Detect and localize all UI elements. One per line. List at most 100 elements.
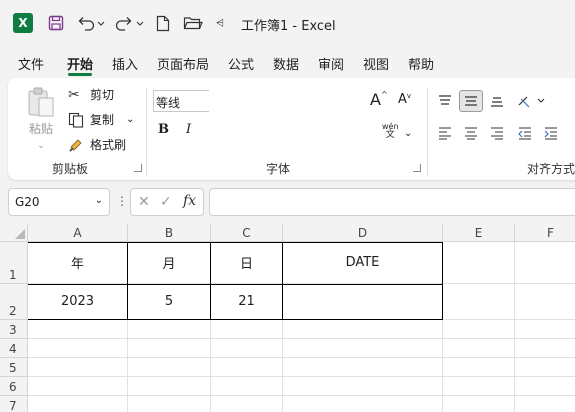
- row-header-6[interactable]: 6: [0, 377, 28, 396]
- phonetic-guide-button[interactable]: wén 文: [382, 122, 399, 140]
- cell-d2[interactable]: [283, 284, 443, 320]
- cell-b2[interactable]: 5: [128, 284, 211, 320]
- save-icon[interactable]: [47, 13, 65, 33]
- italic-button[interactable]: I: [186, 122, 191, 137]
- font-launcher-icon[interactable]: [413, 164, 421, 172]
- column-header-c[interactable]: C: [211, 224, 283, 242]
- undo-icon[interactable]: [76, 13, 106, 33]
- open-folder-icon[interactable]: [182, 13, 204, 33]
- cell-c6[interactable]: [211, 377, 283, 396]
- tab-formulas[interactable]: 公式: [228, 54, 254, 73]
- cell-e6[interactable]: [443, 377, 515, 396]
- align-top-button[interactable]: [433, 90, 457, 112]
- cut-button[interactable]: ✂ 剪切: [68, 86, 114, 103]
- bold-button[interactable]: B: [158, 122, 169, 137]
- cell-d1[interactable]: DATE: [283, 242, 443, 284]
- redo-icon[interactable]: [114, 13, 146, 33]
- cell-c4[interactable]: [211, 339, 283, 358]
- phonetic-dropdown-icon[interactable]: ⌄: [404, 128, 412, 139]
- cell-d7[interactable]: [283, 396, 443, 412]
- cell-b5[interactable]: [128, 358, 211, 377]
- tab-insert[interactable]: 插入: [112, 54, 138, 73]
- cell-f2[interactable]: [515, 284, 575, 320]
- align-bottom-button[interactable]: [485, 90, 509, 112]
- cell-e2[interactable]: [443, 284, 515, 320]
- font-name-input[interactable]: 等线: [153, 90, 209, 112]
- tab-page-layout[interactable]: 页面布局: [157, 54, 209, 73]
- select-all-button[interactable]: [0, 224, 28, 242]
- cell-a1[interactable]: 年: [28, 242, 128, 284]
- cell-c5[interactable]: [211, 358, 283, 377]
- align-right-button[interactable]: [485, 122, 509, 144]
- column-header-d[interactable]: D: [283, 224, 443, 242]
- row-header-5[interactable]: 5: [0, 358, 28, 377]
- cell-f4[interactable]: [515, 339, 575, 358]
- cell-f1[interactable]: [515, 242, 575, 284]
- cancel-icon[interactable]: ✕: [138, 194, 150, 210]
- row-header-2[interactable]: 2: [0, 284, 28, 320]
- tab-file[interactable]: 文件: [18, 54, 44, 73]
- column-header-e[interactable]: E: [443, 224, 515, 242]
- cell-c7[interactable]: [211, 396, 283, 412]
- cell-f6[interactable]: [515, 377, 575, 396]
- cell-a2[interactable]: 2023: [28, 284, 128, 320]
- cell-e3[interactable]: [443, 320, 515, 339]
- more-options-icon[interactable]: ⋮: [116, 194, 128, 208]
- align-middle-button[interactable]: [459, 90, 483, 112]
- cell-a6[interactable]: [28, 377, 128, 396]
- cell-a7[interactable]: [28, 396, 128, 412]
- cell-e5[interactable]: [443, 358, 515, 377]
- clipboard-launcher-icon[interactable]: [134, 164, 142, 172]
- row-header-3[interactable]: 3: [0, 320, 28, 339]
- tab-review[interactable]: 审阅: [318, 54, 344, 73]
- customize-toolbar-icon[interactable]: ⩤: [214, 13, 226, 33]
- shrink-font-button[interactable]: Av: [398, 92, 411, 108]
- cell-c1[interactable]: 日: [211, 242, 283, 284]
- new-file-icon[interactable]: [155, 13, 171, 33]
- cell-b4[interactable]: [128, 339, 211, 358]
- tab-home[interactable]: 开始: [67, 54, 93, 73]
- cell-c3[interactable]: [211, 320, 283, 339]
- cell-e7[interactable]: [443, 396, 515, 412]
- align-center-button[interactable]: [459, 122, 483, 144]
- tab-view[interactable]: 视图: [363, 54, 389, 73]
- cell-f7[interactable]: [515, 396, 575, 412]
- cell-f3[interactable]: [515, 320, 575, 339]
- copy-dropdown-icon[interactable]: ⌄: [126, 114, 134, 125]
- paste-button[interactable]: 粘贴 ⌄: [26, 86, 56, 151]
- cell-b6[interactable]: [128, 377, 211, 396]
- cell-a5[interactable]: [28, 358, 128, 377]
- insert-function-icon[interactable]: fx: [183, 193, 196, 209]
- increase-indent-button[interactable]: [539, 122, 563, 144]
- cell-e1[interactable]: [443, 242, 515, 284]
- cell-c2[interactable]: 21: [211, 284, 283, 320]
- row-header-4[interactable]: 4: [0, 339, 28, 358]
- orientation-button[interactable]: [515, 90, 549, 112]
- cell-d3[interactable]: [283, 320, 443, 339]
- formula-input[interactable]: [209, 188, 575, 216]
- enter-icon[interactable]: ✓: [160, 194, 172, 210]
- align-left-button[interactable]: [433, 122, 457, 144]
- cell-d6[interactable]: [283, 377, 443, 396]
- tab-data[interactable]: 数据: [273, 54, 299, 73]
- cell-b7[interactable]: [128, 396, 211, 412]
- cell-b3[interactable]: [128, 320, 211, 339]
- cell-a3[interactable]: [28, 320, 128, 339]
- column-header-a[interactable]: A: [28, 224, 128, 242]
- cell-d4[interactable]: [283, 339, 443, 358]
- cell-a4[interactable]: [28, 339, 128, 358]
- tab-help[interactable]: 帮助: [408, 54, 434, 73]
- cell-d5[interactable]: [283, 358, 443, 377]
- name-box[interactable]: G20 ⌄: [8, 188, 110, 216]
- cell-f5[interactable]: [515, 358, 575, 377]
- cell-b1[interactable]: 月: [128, 242, 211, 284]
- paste-dropdown-icon[interactable]: ⌄: [37, 141, 45, 151]
- copy-button[interactable]: 复制 ⌄: [68, 111, 134, 128]
- column-header-f[interactable]: F: [515, 224, 575, 242]
- format-painter-button[interactable]: 格式刷: [68, 136, 126, 153]
- name-box-dropdown-icon[interactable]: ⌄: [95, 195, 103, 206]
- row-header-7[interactable]: 7: [0, 396, 28, 412]
- decrease-indent-button[interactable]: [513, 122, 537, 144]
- grow-font-button[interactable]: A ^: [370, 90, 388, 109]
- cell-e4[interactable]: [443, 339, 515, 358]
